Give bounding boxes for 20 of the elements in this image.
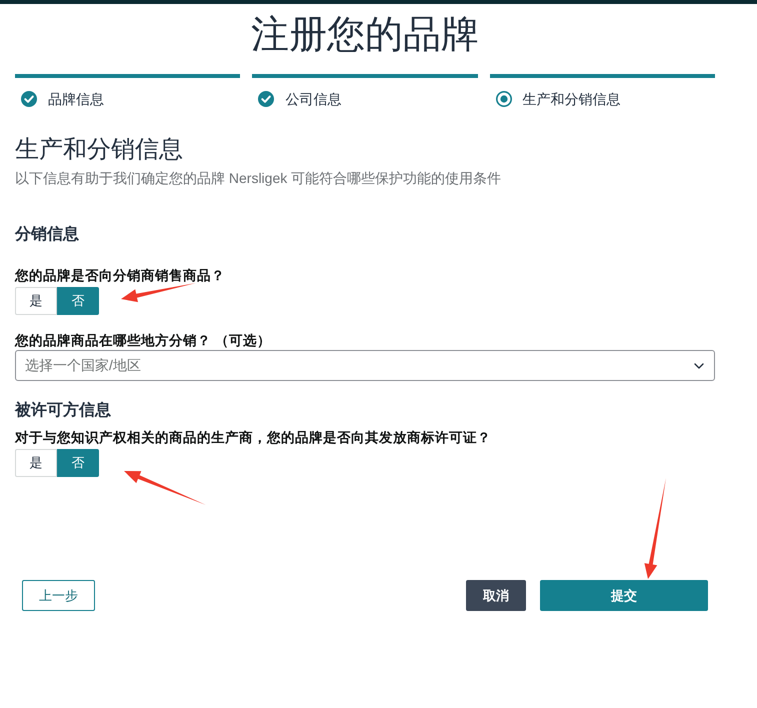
- toggle-option[interactable]: 否: [57, 449, 99, 477]
- step-label: 公司信息: [285, 90, 342, 108]
- back-button[interactable]: 上一步: [22, 580, 95, 611]
- section-title: 生产和分销信息: [15, 135, 184, 165]
- page-title: 注册您的品牌: [250, 13, 480, 58]
- cancel-button[interactable]: 取消: [466, 580, 526, 611]
- toggle-option[interactable]: 是: [15, 287, 57, 315]
- step-label: 品牌信息: [48, 90, 104, 108]
- submit-button[interactable]: 提交: [540, 580, 708, 611]
- chevron-down-icon: [694, 362, 704, 368]
- question-label: 对于与您知识产权相关的商品的生产商，您的品牌是否向其发放商标许可证？: [15, 429, 492, 447]
- step-label: 生产和分销信息: [522, 90, 621, 108]
- group-heading: 分销信息: [15, 224, 80, 245]
- section-subtitle: 以下信息有助于我们确定您的品牌 Nersligek 可能符合哪些保护功能的使用条件: [15, 169, 502, 187]
- question-label: 您的品牌商品在哪些地方分销？ （可选）: [15, 332, 272, 350]
- toggle-option[interactable]: 是: [15, 449, 57, 477]
- question-label: 您的品牌是否向分销商销售商品？: [15, 267, 226, 285]
- toggle-option[interactable]: 否: [57, 287, 99, 315]
- country-select[interactable]: 选择一个国家/地区: [15, 350, 715, 381]
- group-heading: 被许可方信息: [15, 400, 112, 421]
